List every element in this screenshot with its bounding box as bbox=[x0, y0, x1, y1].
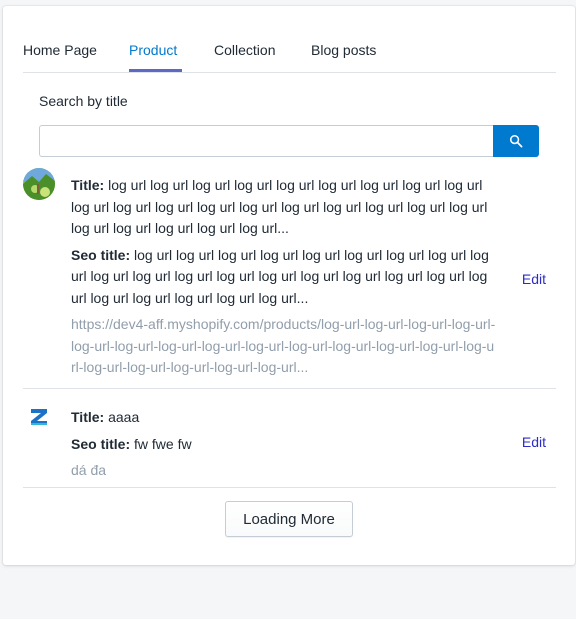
item-url: https://dev4-aff.myshopify.com/products/… bbox=[71, 316, 496, 375]
edit-link[interactable]: Edit bbox=[522, 434, 546, 450]
tab-home-page[interactable]: Home Page bbox=[23, 42, 97, 58]
tab-product[interactable]: Product bbox=[129, 42, 177, 58]
load-more-button[interactable]: Loading More bbox=[225, 501, 353, 537]
search-button[interactable] bbox=[493, 125, 539, 157]
product-thumbnail bbox=[27, 405, 51, 429]
tab-blog-posts[interactable]: Blog posts bbox=[311, 42, 376, 58]
item-title: Title: aaaa bbox=[71, 407, 496, 429]
z-logo-icon bbox=[28, 406, 50, 428]
tab-bar: Home Page Product Collection Blog posts bbox=[23, 6, 556, 73]
active-tab-indicator bbox=[129, 69, 182, 72]
tab-collection[interactable]: Collection bbox=[214, 42, 275, 58]
list-item: Title: log url log url log url log url l… bbox=[23, 168, 556, 389]
title-label: Title: bbox=[71, 409, 105, 425]
seo-title-value: log url log url log url log url log url … bbox=[71, 246, 489, 306]
title-value: log url log url log url log url log url … bbox=[71, 177, 488, 236]
search-input[interactable] bbox=[39, 125, 494, 157]
landscape-thumbnail-icon bbox=[23, 168, 55, 200]
seo-title-value: fw fwe fw bbox=[134, 435, 192, 452]
search-label: Search by title bbox=[39, 93, 128, 109]
title-label: Title: bbox=[71, 177, 105, 193]
product-thumbnail bbox=[23, 168, 55, 200]
seo-title-label: Seo title: bbox=[71, 435, 131, 452]
item-fields: Title: aaaa Seo title: fw fwe fw dá đa bbox=[71, 407, 496, 482]
seo-title-label: Seo title: bbox=[71, 246, 131, 263]
item-title: Title: log url log url log url log url l… bbox=[71, 175, 496, 240]
item-url: dá đa bbox=[71, 462, 107, 478]
title-value: aaaa bbox=[108, 409, 140, 425]
item-seo-title: Seo title: log url log url log url log u… bbox=[71, 245, 496, 310]
product-list-card: Home Page Product Collection Blog posts … bbox=[3, 6, 575, 565]
list-item: Title: aaaa Seo title: fw fwe fw dá đa E… bbox=[23, 389, 556, 488]
item-seo-title: Seo title: fw fwe fw bbox=[71, 434, 496, 456]
edit-link[interactable]: Edit bbox=[522, 271, 546, 287]
item-fields: Title: log url log url log url log url l… bbox=[71, 175, 496, 379]
search-icon bbox=[509, 134, 523, 148]
